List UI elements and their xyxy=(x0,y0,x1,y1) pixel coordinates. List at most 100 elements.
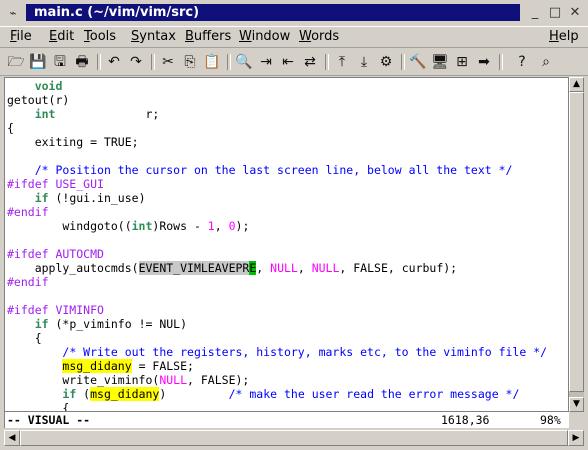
code-line[interactable]: #ifdef VIMINFO xyxy=(7,303,104,317)
copy-icon[interactable]: ⎘ xyxy=(180,53,200,71)
code-line[interactable]: msg_didany = FALSE; xyxy=(7,359,194,373)
code-line[interactable]: { xyxy=(7,401,69,411)
replace-icon[interactable]: ⇄ xyxy=(300,53,320,71)
vertical-scroll-thumb[interactable] xyxy=(569,92,584,392)
paste-icon[interactable]: 📋 xyxy=(202,53,222,71)
code-line[interactable]: if (msg_didany) /* make the user read th… xyxy=(7,387,519,401)
vertical-scrollbar[interactable]: ▲ ▼ xyxy=(569,77,584,412)
constant-token: NULL xyxy=(311,261,340,275)
save-session-icon[interactable]: ⤓ xyxy=(354,53,374,71)
code-line[interactable]: windgoto((int)Rows - 1, 0); xyxy=(7,219,249,233)
open-icon[interactable]: 🗁 xyxy=(6,53,26,71)
window-title-area[interactable]: main.c (~/vim/vim/src) xyxy=(26,4,520,21)
save-all-icon[interactable]: 🖫 xyxy=(50,53,70,71)
code-line[interactable]: /* Write out the registers, history, mar… xyxy=(7,345,547,359)
close-button[interactable]: ✕ xyxy=(566,5,584,21)
code-line[interactable]: if (*p_viminfo != NUL) xyxy=(7,317,187,331)
find-next-icon[interactable]: ⇥ xyxy=(256,53,276,71)
code-text: apply_autocmds( xyxy=(7,261,139,275)
tag-jump-icon[interactable]: ➡ xyxy=(474,53,494,71)
menu-tools[interactable]: Tools xyxy=(84,29,116,45)
redo-icon[interactable]: ↷ xyxy=(126,53,146,71)
keyword-token: if xyxy=(34,191,49,205)
menu-bar: File Edit Tools Syntax Buffers Window Wo… xyxy=(0,26,588,48)
code-text: { xyxy=(7,121,14,135)
code-line[interactable]: /* Position the cursor on the last scree… xyxy=(7,163,513,177)
cut-icon[interactable]: ✂ xyxy=(158,53,178,71)
code-text: (*p_viminfo != NUL) xyxy=(48,317,188,331)
visual-selection-token: EVENT_VIMLEAVEPR xyxy=(138,261,250,275)
menu-file[interactable]: File xyxy=(10,29,32,45)
comment-token: /* make the user read the error message … xyxy=(228,387,520,401)
menu-buffers[interactable]: Buffers xyxy=(185,29,231,45)
maximize-button[interactable]: □ xyxy=(546,5,564,21)
code-line[interactable]: { xyxy=(7,331,42,345)
code-line[interactable]: write_viminfo(NULL, FALSE); xyxy=(7,373,249,387)
code-line[interactable]: if (!gui.in_use) xyxy=(7,191,146,205)
code-text: , FALSE); xyxy=(187,373,250,387)
print-icon[interactable]: 🖶 xyxy=(72,53,92,71)
code-text: getout(r) xyxy=(7,93,70,107)
menu-edit[interactable]: Edit xyxy=(49,29,74,45)
code-line[interactable]: #endif xyxy=(7,205,49,219)
menu-syntax[interactable]: Syntax xyxy=(131,29,176,45)
preprocessor-token: #ifdef VIMINFO xyxy=(7,303,104,317)
code-line[interactable]: getout(r) xyxy=(7,93,69,107)
code-line[interactable]: exiting = TRUE; xyxy=(7,135,139,149)
run-script-icon[interactable]: ⚙ xyxy=(376,53,396,71)
comment-token: /* Write out the registers, history, mar… xyxy=(62,345,548,359)
code-line[interactable]: { xyxy=(7,121,14,135)
scroll-left-button[interactable]: ◀ xyxy=(4,430,20,446)
find-icon[interactable]: 🔍 xyxy=(234,53,254,71)
constant-token: NULL xyxy=(270,261,298,275)
code-text: ); xyxy=(235,219,250,233)
constant-token: NULL xyxy=(159,373,188,387)
code-text: windgoto(( xyxy=(7,219,132,233)
constant-token: 1 xyxy=(207,219,215,233)
menu-words[interactable]: Words xyxy=(299,29,339,45)
minimize-button[interactable]: _ xyxy=(526,5,544,21)
horizontal-scroll-thumb[interactable] xyxy=(20,430,568,446)
menu-window[interactable]: Window xyxy=(239,29,290,45)
find-help-icon[interactable]: ⌕ xyxy=(536,53,556,71)
code-line[interactable]: #endif xyxy=(7,275,49,289)
title-bar: ⌁ main.c (~/vim/vim/src) _ □ ✕ xyxy=(0,0,588,26)
help-icon[interactable]: ? xyxy=(512,53,532,71)
preprocessor-token: #ifdef USE_GUI xyxy=(7,177,104,191)
scroll-up-button[interactable]: ▲ xyxy=(569,77,584,92)
shell-icon[interactable]: 🖥 xyxy=(430,53,450,71)
comment-token: /* Position the cursor on the last scree… xyxy=(34,163,513,177)
scroll-right-button[interactable]: ▶ xyxy=(568,430,584,446)
make-icon[interactable]: 🔨 xyxy=(408,53,428,71)
undo-icon[interactable]: ↶ xyxy=(104,53,124,71)
code-text: exiting = TRUE; xyxy=(7,135,139,149)
search-highlight-token: msg_didany xyxy=(62,359,132,373)
load-session-icon[interactable]: ⤒ xyxy=(332,53,352,71)
menu-help[interactable]: Help xyxy=(549,29,579,45)
code-line[interactable]: apply_autocmds(EVENT_VIMLEAVEPRE, NULL, … xyxy=(7,261,457,275)
scroll-down-button[interactable]: ▼ xyxy=(569,397,584,412)
code-line[interactable]: int r; xyxy=(7,107,160,121)
toolbar-separator xyxy=(499,54,503,70)
code-text: write_viminfo( xyxy=(7,373,160,387)
keyword-token: int xyxy=(34,107,56,121)
code-line[interactable]: #ifdef USE_GUI xyxy=(7,177,104,191)
editor-text-area[interactable]: void getout(r) int r;{ exiting = TRUE; /*… xyxy=(4,77,569,412)
code-line[interactable]: void xyxy=(7,79,63,93)
save-icon[interactable]: 💾 xyxy=(28,53,48,71)
preprocessor-token: #endif xyxy=(7,205,49,219)
horizontal-scrollbar[interactable]: ◀ ▶ xyxy=(4,430,584,446)
code-line[interactable]: #ifdef AUTOCMD xyxy=(7,247,104,261)
ctags-icon[interactable]: ⊞ xyxy=(452,53,472,71)
vim-icon[interactable]: ⌁ xyxy=(5,5,21,21)
code-text: , FALSE, curbuf); xyxy=(339,261,458,275)
find-prev-icon[interactable]: ⇤ xyxy=(278,53,298,71)
code-text: , xyxy=(297,261,312,275)
